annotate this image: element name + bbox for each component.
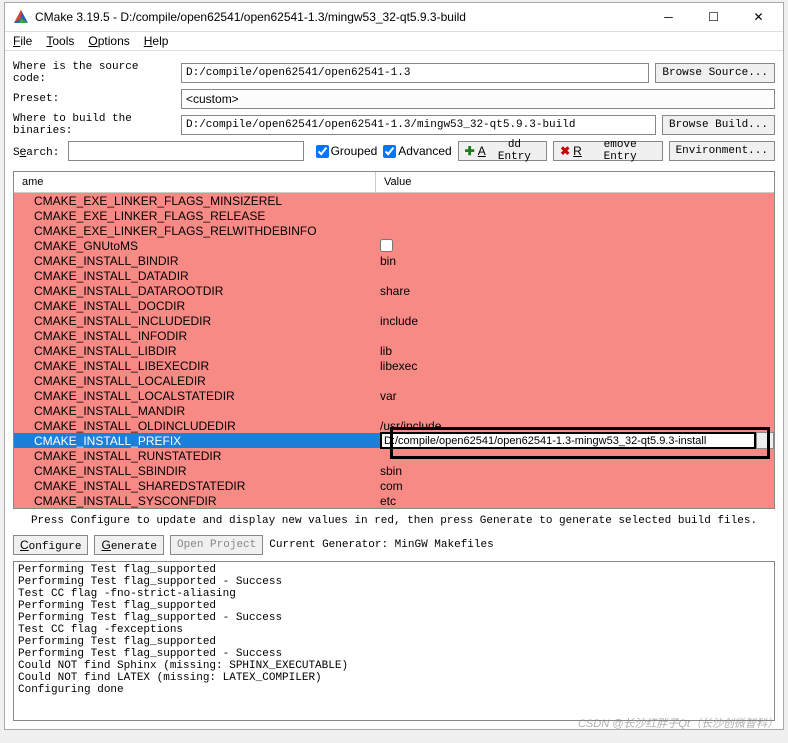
x-icon: ✖ <box>560 144 570 158</box>
table-row[interactable]: CMAKE_INSTALL_MANDIR <box>14 403 774 418</box>
plus-icon: ✚ <box>465 144 475 158</box>
output-log[interactable]: Performing Test flag_supported Performin… <box>13 561 775 721</box>
cell-name: CMAKE_INSTALL_LIBDIR <box>14 344 376 358</box>
cmake-icon <box>13 9 29 25</box>
cell-value[interactable]: sbin <box>376 464 774 478</box>
remove-entry-button[interactable]: ✖ Remove Entry <box>553 141 662 161</box>
cell-name: CMAKE_INSTALL_DATAROOTDIR <box>14 284 376 298</box>
cell-name: CMAKE_INSTALL_DOCDIR <box>14 299 376 313</box>
cell-name: CMAKE_EXE_LINKER_FLAGS_MINSIZEREL <box>14 194 376 208</box>
table-row[interactable]: CMAKE_INSTALL_DOCDIR <box>14 298 774 313</box>
cell-value[interactable] <box>376 239 774 252</box>
build-input[interactable] <box>181 115 656 135</box>
cell-value[interactable]: var <box>376 389 774 403</box>
cell-name: CMAKE_INSTALL_LOCALSTATEDIR <box>14 389 376 403</box>
cell-name: CMAKE_INSTALL_INFODIR <box>14 329 376 343</box>
menu-file[interactable]: File <box>13 34 32 48</box>
table-row[interactable]: CMAKE_INSTALL_LOCALSTATEDIRvar <box>14 388 774 403</box>
main-window: CMake 3.19.5 - D:/compile/open62541/open… <box>4 2 784 730</box>
source-label: Where is the source code: <box>13 61 175 85</box>
preset-label: Preset: <box>13 93 175 105</box>
browse-source-button[interactable]: Browse Source... <box>655 63 775 83</box>
menu-options[interactable]: Options <box>88 34 129 48</box>
cell-value[interactable]: com <box>376 479 774 493</box>
table-row[interactable]: CMAKE_INSTALL_OLDINCLUDEDIR/usr/include <box>14 418 774 433</box>
grouped-checkbox[interactable]: Grouped <box>316 144 378 158</box>
hint-text: Press Configure to update and display ne… <box>5 509 783 533</box>
table-row[interactable]: CMAKE_INSTALL_LIBDIRlib <box>14 343 774 358</box>
table-row[interactable]: CMAKE_INSTALL_LIBEXECDIRlibexec <box>14 358 774 373</box>
browse-build-button[interactable]: Browse Build... <box>662 115 775 135</box>
cache-table: ame Value CMAKE_EXE_LINKER_FLAGS_MINSIZE… <box>13 171 775 509</box>
cell-name: CMAKE_EXE_LINKER_FLAGS_RELWITHDEBINFO <box>14 224 376 238</box>
table-row[interactable]: CMAKE_INSTALL_DATADIR <box>14 268 774 283</box>
value-edit-input[interactable] <box>380 432 756 449</box>
cell-value[interactable]: bin <box>376 254 774 268</box>
cell-value[interactable]: include <box>376 314 774 328</box>
open-project-button: Open Project <box>170 535 263 555</box>
cell-name: CMAKE_INSTALL_SHAREDSTATEDIR <box>14 479 376 493</box>
cell-value[interactable]: share <box>376 284 774 298</box>
table-row[interactable]: CMAKE_EXE_LINKER_FLAGS_RELEASE <box>14 208 774 223</box>
preset-select[interactable]: <custom> <box>181 89 775 109</box>
search-label: Search: <box>13 144 62 159</box>
table-row[interactable]: CMAKE_INSTALL_SBINDIRsbin <box>14 463 774 478</box>
generate-button[interactable]: Generate <box>94 535 164 555</box>
cell-name: CMAKE_INSTALL_PREFIX <box>14 434 376 448</box>
watermark: CSDN @长沙红胖子Qt（长沙创微智科） <box>578 715 778 731</box>
table-row[interactable]: CMAKE_GNUtoMS <box>14 238 774 253</box>
table-row[interactable]: CMAKE_INSTALL_SYSCONFDIRetc <box>14 493 774 508</box>
cell-name: CMAKE_INSTALL_INCLUDEDIR <box>14 314 376 328</box>
table-row[interactable]: CMAKE_INSTALL_LOCALEDIR <box>14 373 774 388</box>
cell-name: CMAKE_INSTALL_BINDIR <box>14 254 376 268</box>
cell-name: CMAKE_EXE_LINKER_FLAGS_RELEASE <box>14 209 376 223</box>
cell-name: CMAKE_INSTALL_OLDINCLUDEDIR <box>14 419 376 433</box>
cell-name: CMAKE_INSTALL_SBINDIR <box>14 464 376 478</box>
cell-name: CMAKE_INSTALL_MANDIR <box>14 404 376 418</box>
menu-help[interactable]: Help <box>144 34 169 48</box>
cell-value[interactable]: libexec <box>376 359 774 373</box>
environment-button[interactable]: Environment... <box>669 141 775 161</box>
table-row[interactable]: CMAKE_INSTALL_INCLUDEDIRinclude <box>14 313 774 328</box>
titlebar: CMake 3.19.5 - D:/compile/open62541/open… <box>5 3 783 32</box>
source-input[interactable] <box>181 63 649 83</box>
search-input[interactable] <box>68 141 304 161</box>
cell-value[interactable]: /usr/include <box>376 419 774 433</box>
col-value[interactable]: Value <box>376 172 774 192</box>
configure-button[interactable]: Configure <box>13 535 88 555</box>
menu-tools[interactable]: Tools <box>46 34 74 48</box>
generator-label: Current Generator: MinGW Makefiles <box>269 539 493 551</box>
menubar: File Tools Options Help <box>5 32 783 51</box>
table-row[interactable]: CMAKE_INSTALL_PREFIX... <box>14 433 774 448</box>
maximize-button[interactable]: ☐ <box>691 3 736 31</box>
build-label: Where to build the binaries: <box>13 113 175 137</box>
cell-name: CMAKE_INSTALL_LIBEXECDIR <box>14 359 376 373</box>
table-row[interactable]: CMAKE_INSTALL_INFODIR <box>14 328 774 343</box>
cell-value[interactable]: lib <box>376 344 774 358</box>
table-row[interactable]: CMAKE_EXE_LINKER_FLAGS_RELWITHDEBINFO <box>14 223 774 238</box>
table-row[interactable]: CMAKE_INSTALL_SHAREDSTATEDIRcom <box>14 478 774 493</box>
cell-value[interactable]: etc <box>376 494 774 508</box>
cell-name: CMAKE_GNUtoMS <box>14 239 376 253</box>
table-row[interactable]: CMAKE_INSTALL_DATAROOTDIRshare <box>14 283 774 298</box>
cell-name: CMAKE_INSTALL_LOCALEDIR <box>14 374 376 388</box>
advanced-checkbox[interactable]: Advanced <box>383 144 451 158</box>
cell-name: CMAKE_INSTALL_SYSCONFDIR <box>14 494 376 508</box>
browse-value-button[interactable]: ... <box>756 432 774 449</box>
cell-name: CMAKE_INSTALL_RUNSTATEDIR <box>14 449 376 463</box>
minimize-button[interactable]: ─ <box>646 3 691 31</box>
table-row[interactable]: CMAKE_EXE_LINKER_FLAGS_MINSIZEREL <box>14 193 774 208</box>
cell-name: CMAKE_INSTALL_DATADIR <box>14 269 376 283</box>
table-row[interactable]: CMAKE_INSTALL_RUNSTATEDIR <box>14 448 774 463</box>
col-name[interactable]: ame <box>14 172 376 192</box>
cell-value[interactable]: ... <box>376 432 774 449</box>
value-checkbox[interactable] <box>380 239 393 252</box>
table-body[interactable]: CMAKE_EXE_LINKER_FLAGS_MINSIZERELCMAKE_E… <box>14 193 774 508</box>
add-entry-button[interactable]: ✚ Add Entry <box>458 141 547 161</box>
window-title: CMake 3.19.5 - D:/compile/open62541/open… <box>35 10 646 24</box>
table-row[interactable]: CMAKE_INSTALL_BINDIRbin <box>14 253 774 268</box>
close-button[interactable]: ✕ <box>736 3 781 31</box>
